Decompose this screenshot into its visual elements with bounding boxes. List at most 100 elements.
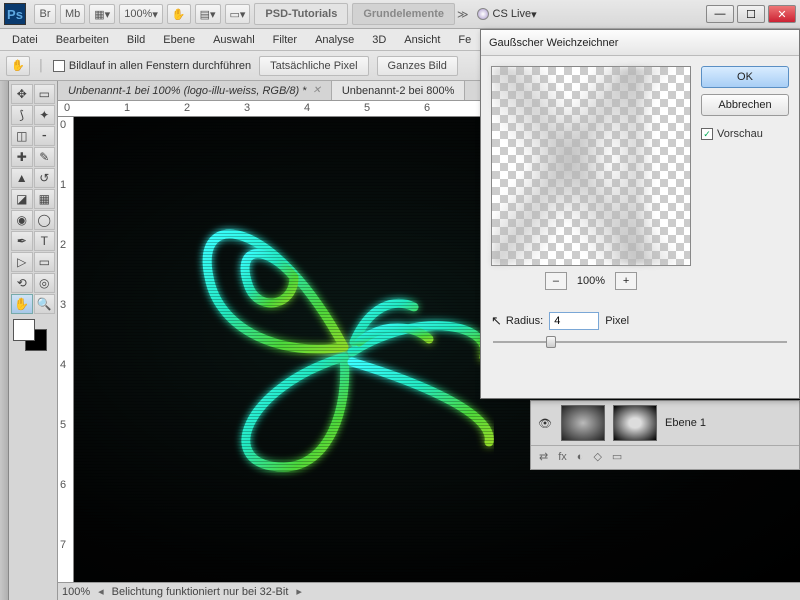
- dialog-title: Gaußscher Weichzeichner: [481, 30, 799, 56]
- path-select-tool[interactable]: ▷: [11, 252, 33, 272]
- radius-input[interactable]: [549, 312, 599, 330]
- shape-tool[interactable]: ▭: [34, 252, 56, 272]
- type-tool[interactable]: T: [34, 231, 56, 251]
- ruler-vertical: 01234567: [58, 117, 74, 582]
- preview-checkbox[interactable]: ✓ Vorschau: [701, 128, 789, 140]
- checkbox-icon: [53, 60, 65, 72]
- cursor-icon: ↖: [491, 313, 502, 329]
- pen-tool[interactable]: ✒: [11, 231, 33, 251]
- zoom-percent: 100%: [577, 275, 605, 287]
- doc-tab-2[interactable]: Unbenannt-2 bei 800%: [332, 81, 466, 100]
- menu-3d[interactable]: 3D: [364, 32, 394, 48]
- filter-preview[interactable]: [491, 66, 691, 266]
- checkbox-icon: ✓: [701, 128, 713, 140]
- current-tool-icon[interactable]: ✋: [6, 56, 30, 76]
- crop-tool[interactable]: ◫: [11, 126, 33, 146]
- visibility-icon[interactable]: 👁: [537, 415, 553, 431]
- layer-mask-thumbnail[interactable]: [613, 405, 657, 441]
- bridge-button[interactable]: Br: [34, 4, 56, 24]
- status-arrow-right-icon[interactable]: ▸: [296, 585, 302, 598]
- viewmode-button[interactable]: ▦▾: [89, 4, 115, 24]
- workspace-tab-active[interactable]: PSD-Tutorials: [254, 3, 348, 25]
- history-brush-tool[interactable]: ↺: [34, 168, 56, 188]
- artwork-butterfly: [154, 157, 494, 497]
- brush-tool[interactable]: ✎: [34, 147, 56, 167]
- move-tool[interactable]: ✥: [11, 84, 33, 104]
- eraser-tool[interactable]: ◪: [11, 189, 33, 209]
- doc-tab-1[interactable]: Unbenannt-1 bei 100% (logo-illu-weiss, R…: [58, 81, 332, 100]
- layer-row[interactable]: 👁 Ebene 1: [531, 401, 799, 445]
- zoom-dropdown[interactable]: 100% ▾: [119, 4, 163, 24]
- wand-tool[interactable]: ✦: [34, 105, 56, 125]
- adjustment-icon[interactable]: ◇: [593, 450, 601, 463]
- menu-auswahl[interactable]: Auswahl: [205, 32, 263, 48]
- scroll-all-checkbox[interactable]: Bildlauf in allen Fenstern durchführen: [53, 60, 251, 72]
- menu-bild[interactable]: Bild: [119, 32, 153, 48]
- eyedropper-tool[interactable]: ⁃: [34, 126, 56, 146]
- marquee-tool[interactable]: ▭: [34, 84, 56, 104]
- minibridge-button[interactable]: Mb: [60, 4, 85, 24]
- link-layers-icon[interactable]: ⇄: [539, 450, 548, 463]
- foreground-color[interactable]: [13, 319, 35, 341]
- statusbar: 100% ◂ Belichtung funktioniert nur bei 3…: [58, 582, 800, 600]
- hand-tool[interactable]: ✋: [11, 294, 33, 314]
- preview-checkbox-label: Vorschau: [717, 128, 763, 140]
- status-zoom[interactable]: 100%: [62, 586, 90, 598]
- cslive-button[interactable]: CS Live ▾: [477, 8, 537, 21]
- mask-icon[interactable]: ◐: [577, 451, 584, 463]
- close-icon[interactable]: ✕: [312, 85, 320, 96]
- workspace-tab-inactive[interactable]: Grundelemente: [352, 3, 455, 25]
- slider-thumb[interactable]: [546, 336, 556, 348]
- window-close-button[interactable]: ✕: [768, 5, 796, 23]
- cslive-label: CS Live: [493, 8, 532, 20]
- radius-slider[interactable]: [493, 334, 787, 350]
- menu-bearbeiten[interactable]: Bearbeiten: [48, 32, 117, 48]
- gradient-tool[interactable]: ▦: [34, 189, 56, 209]
- ok-button[interactable]: OK: [701, 66, 789, 88]
- 3d-camera-tool[interactable]: ◎: [34, 273, 56, 293]
- group-icon[interactable]: ▭: [612, 450, 622, 463]
- radius-label: Radius:: [506, 315, 543, 327]
- menu-fenster[interactable]: Fe: [450, 32, 479, 48]
- fx-icon[interactable]: fx: [558, 451, 567, 463]
- stamp-tool[interactable]: ▲: [11, 168, 33, 188]
- actual-pixels-button[interactable]: Tatsächliche Pixel: [259, 56, 368, 76]
- color-swatches[interactable]: [11, 319, 51, 355]
- menu-filter[interactable]: Filter: [265, 32, 305, 48]
- fit-screen-button[interactable]: Ganzes Bild: [377, 56, 458, 76]
- menu-analyse[interactable]: Analyse: [307, 32, 362, 48]
- layer-name[interactable]: Ebene 1: [665, 417, 706, 429]
- hand-quick-button[interactable]: ✋: [167, 4, 191, 24]
- zoom-in-button[interactable]: +: [615, 272, 637, 290]
- menu-ansicht[interactable]: Ansicht: [396, 32, 448, 48]
- menu-ebene[interactable]: Ebene: [155, 32, 203, 48]
- zoom-dropdown-value: 100%: [124, 8, 152, 20]
- dodge-tool[interactable]: ◯: [34, 210, 56, 230]
- cancel-button[interactable]: Abbrechen: [701, 94, 789, 116]
- zoom-tool[interactable]: 🔍: [34, 294, 56, 314]
- status-message: Belichtung funktioniert nur bei 32-Bit: [112, 586, 289, 598]
- status-arrow-left-icon[interactable]: ◂: [98, 585, 104, 598]
- toolbox: ✥▭ ⟆✦ ◫⁃ ✚✎ ▲↺ ◪▦ ◉◯ ✒T ▷▭ ⟲◎ ✋🔍: [9, 81, 58, 600]
- radius-unit: Pixel: [605, 315, 629, 327]
- layers-panel: 👁 Ebene 1 ⇄ fx ◐ ◇ ▭: [530, 400, 800, 470]
- screenmode-button[interactable]: ▭▾: [225, 4, 251, 24]
- menu-datei[interactable]: Datei: [4, 32, 46, 48]
- workspace-more-icon[interactable]: ≫: [457, 8, 469, 21]
- layers-footer: ⇄ fx ◐ ◇ ▭: [531, 445, 799, 467]
- cslive-icon: [477, 8, 489, 20]
- window-maximize-button[interactable]: ☐: [737, 5, 765, 23]
- 3d-tool[interactable]: ⟲: [11, 273, 33, 293]
- lasso-tool[interactable]: ⟆: [11, 105, 33, 125]
- arrange-button[interactable]: ▤▾: [195, 4, 221, 24]
- panel-collapse-bar[interactable]: [0, 81, 9, 600]
- healing-tool[interactable]: ✚: [11, 147, 33, 167]
- gaussian-blur-dialog: Gaußscher Weichzeichner – 100% + OK Abbr…: [480, 29, 800, 399]
- doc-tab-1-label: Unbenannt-1 bei 100% (logo-illu-weiss, R…: [68, 85, 306, 97]
- app-logo: Ps: [4, 3, 26, 25]
- layer-thumbnail[interactable]: [561, 405, 605, 441]
- blur-tool[interactable]: ◉: [11, 210, 33, 230]
- window-minimize-button[interactable]: —: [706, 5, 734, 23]
- scroll-all-label: Bildlauf in allen Fenstern durchführen: [69, 60, 251, 72]
- zoom-out-button[interactable]: –: [545, 272, 567, 290]
